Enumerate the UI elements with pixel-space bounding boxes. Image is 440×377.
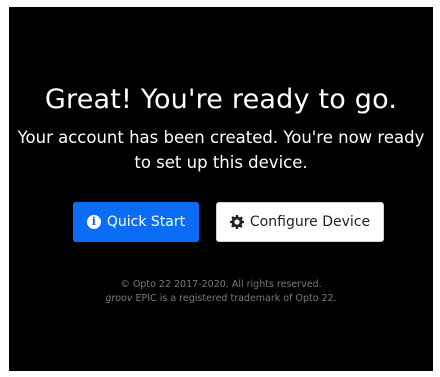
trademark-line: groov EPIC is a registered trademark of … [9,292,433,306]
quick-start-button[interactable]: i Quick Start [73,202,199,242]
brand-name: groov [105,293,133,304]
footer: © Opto 22 2017-2020. All rights reserved… [9,278,433,306]
configure-device-button[interactable]: Configure Device [216,202,384,242]
page-subtitle: Your account has been created. You're no… [17,128,425,172]
copyright-text: © Opto 22 2017-2020. All rights reserved… [120,279,322,290]
gear-icon [229,215,244,229]
info-circle-icon: i [86,215,101,229]
configure-device-label: Configure Device [249,214,371,230]
setup-complete-panel: Great! You're ready to go. Your account … [9,7,433,371]
trademark-text: EPIC is a registered trademark of Opto 2… [132,293,337,304]
quick-start-label: Quick Start [106,214,186,230]
page-title: Great! You're ready to go. [44,84,398,115]
action-buttons: i Quick Start Configure Device [9,202,433,242]
